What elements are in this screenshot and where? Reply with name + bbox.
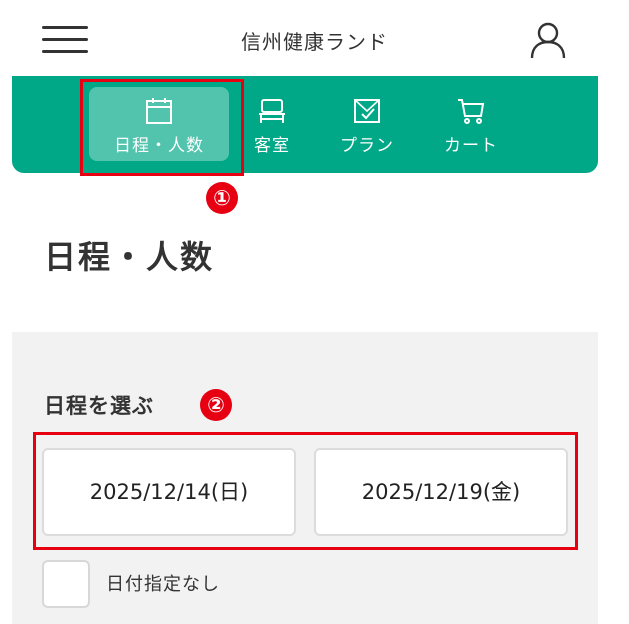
- nav-item-cart[interactable]: カート: [426, 87, 516, 161]
- nav-item-label: プラン: [340, 136, 394, 156]
- page-title: 日程・人数: [44, 238, 215, 276]
- nav-item-plan[interactable]: プラン: [322, 87, 412, 161]
- step-marker-2: ②: [200, 389, 232, 421]
- highlight-box-schedule-tab: [80, 79, 244, 176]
- date-section-title: 日程を選ぶ: [44, 394, 154, 418]
- nav-item-label: カート: [444, 136, 498, 156]
- no-date-label: 日付指定なし: [106, 574, 220, 595]
- checkbox-plan-icon: [354, 99, 380, 123]
- no-date-checkbox[interactable]: [42, 560, 90, 608]
- bed-icon: [259, 99, 285, 123]
- nav-item-label: 客室: [254, 136, 290, 156]
- app-header: 信州健康ランド: [0, 0, 629, 80]
- nav-item-room[interactable]: 客室: [237, 87, 307, 161]
- checkin-date-field[interactable]: 2025/12/14(日): [42, 448, 296, 536]
- cart-icon: [458, 99, 485, 124]
- step-marker-1: ①: [206, 182, 238, 214]
- user-account-icon[interactable]: [528, 20, 568, 60]
- checkout-date-field[interactable]: 2025/12/19(金): [314, 448, 568, 536]
